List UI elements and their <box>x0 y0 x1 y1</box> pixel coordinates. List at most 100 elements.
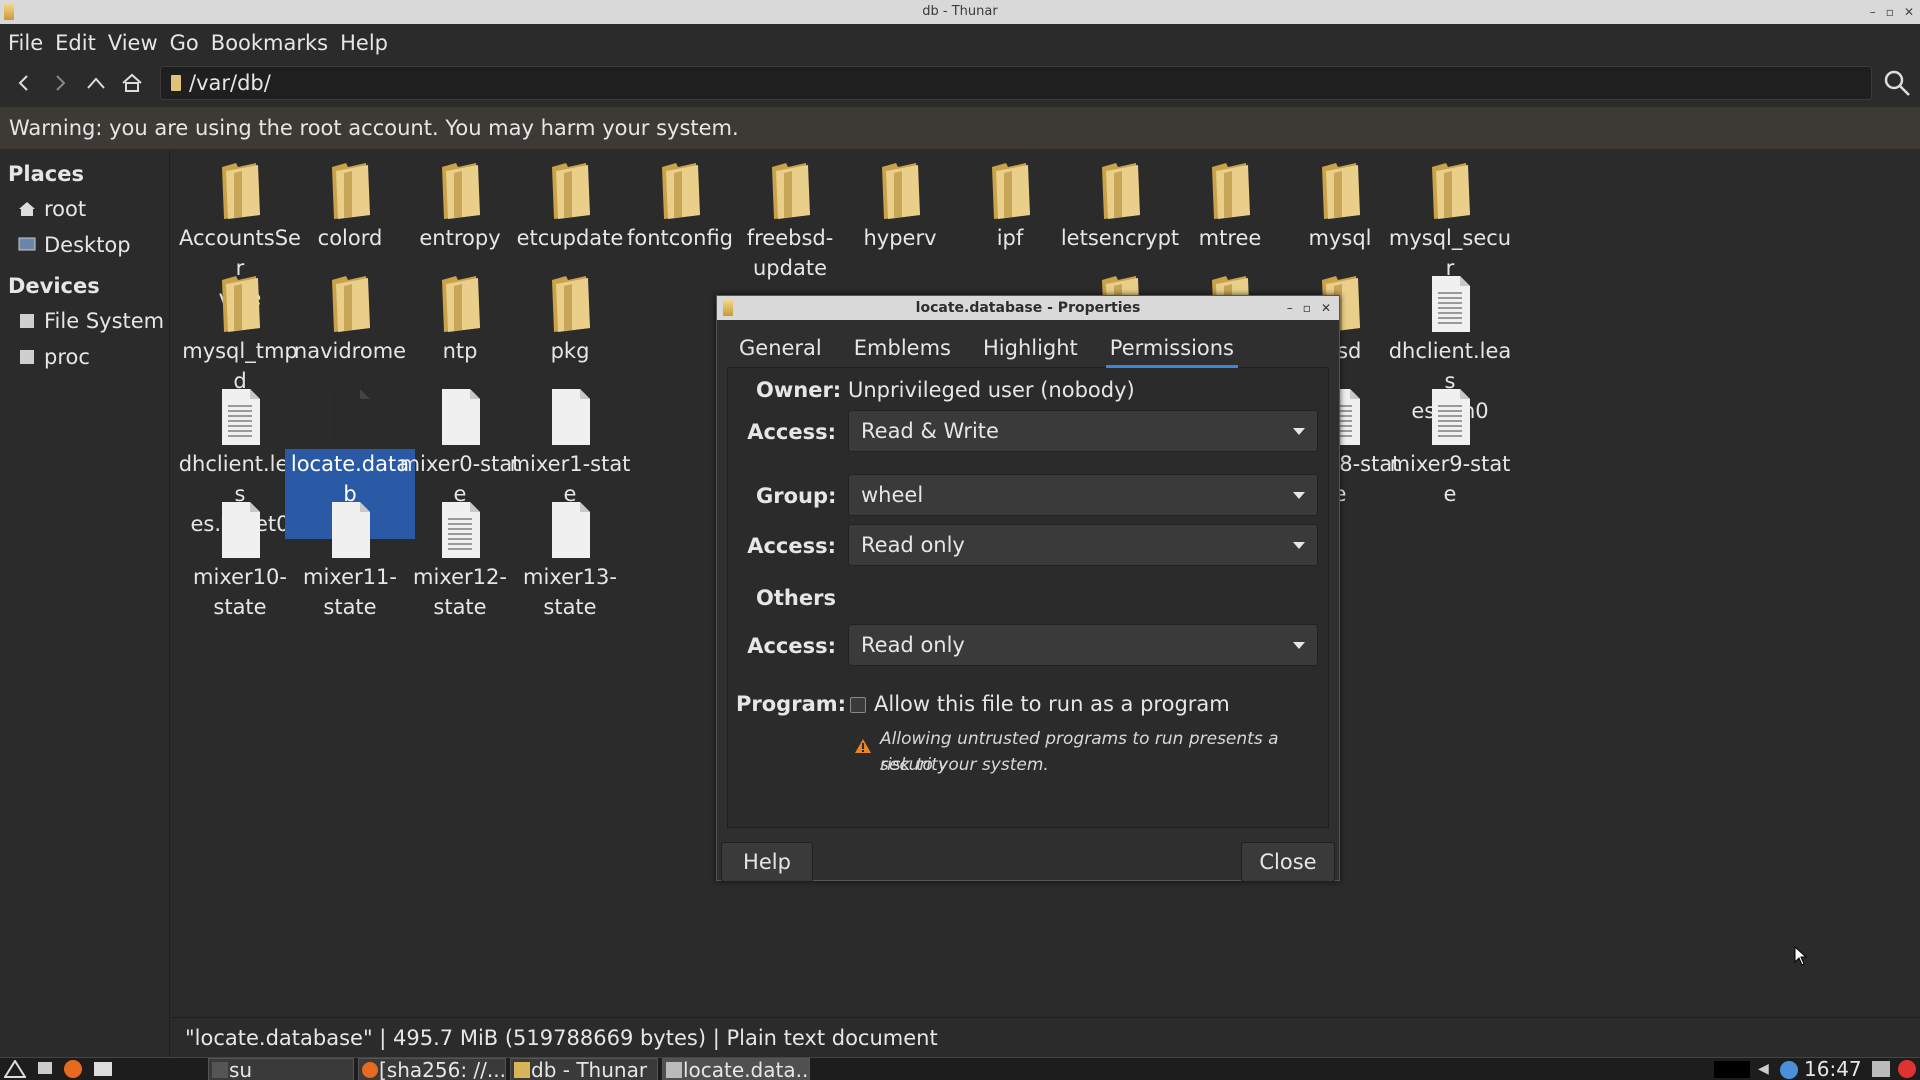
tab-general[interactable]: General <box>727 328 834 368</box>
sidebar-devices-heading: Devices <box>8 274 100 298</box>
dialog-titlebar: locate.database - Properties – ▫ ✕ <box>717 296 1339 320</box>
run-as-program-label[interactable]: Allow this file to run as a program <box>874 692 1230 716</box>
file-icon <box>542 498 598 562</box>
location-path-text: /var/db/ <box>189 71 271 95</box>
file-name: mixer13- state <box>523 565 617 619</box>
dialog-tabs: General Emblems Highlight Permissions <box>727 328 1329 368</box>
search-icon <box>1884 70 1910 96</box>
folder-icon <box>1312 159 1368 223</box>
folder-icon <box>322 272 378 336</box>
others-access-label: Access: <box>747 634 836 658</box>
file-item[interactable]: mixer13- state <box>505 494 635 622</box>
up-button[interactable] <box>78 65 114 101</box>
dropdown-arrow-icon <box>1293 542 1305 549</box>
home-icon <box>122 73 142 92</box>
firefox-icon[interactable] <box>64 1060 82 1078</box>
show-desktop-icon[interactable] <box>38 1062 52 1074</box>
menu-go[interactable]: Go <box>170 31 209 55</box>
file-icon <box>432 498 488 562</box>
tab-emblems[interactable]: Emblems <box>842 328 963 368</box>
properties-dialog: locate.database - Properties – ▫ ✕ Gener… <box>716 295 1340 882</box>
menu-view[interactable]: View <box>108 31 168 55</box>
window-icon <box>666 1062 682 1078</box>
run-as-program-checkbox[interactable] <box>850 697 866 713</box>
sidebar-item-desktop[interactable]: Desktop <box>0 227 169 263</box>
location-toolbar: /var/db/ <box>0 62 1920 104</box>
group-access-label: Access: <box>747 534 836 558</box>
file-icon <box>432 385 488 449</box>
folder-icon <box>322 159 378 223</box>
taskbar-item-label: [sha256: //... <box>379 1058 506 1080</box>
file-item[interactable]: pkg <box>505 268 635 366</box>
group-value: wheel <box>861 483 924 507</box>
start-menu-icon[interactable] <box>4 1060 26 1078</box>
taskbar-item-properties[interactable]: locate.data... <box>662 1058 810 1080</box>
file-name: pkg <box>550 339 590 363</box>
group-access-value: Read only <box>861 533 965 557</box>
tab-permissions[interactable]: Permissions <box>1098 328 1246 368</box>
volume-icon[interactable]: ◀ <box>1758 1061 1769 1077</box>
folder-icon <box>982 159 1038 223</box>
taskbar-item-label: su <box>229 1058 253 1080</box>
forward-button[interactable] <box>42 65 78 101</box>
file-item[interactable]: mixer9-state <box>1385 381 1515 509</box>
drive-icon <box>20 350 34 364</box>
file-icon <box>542 385 598 449</box>
keyboard-icon[interactable] <box>1872 1061 1890 1077</box>
thunar-icon <box>4 4 14 20</box>
home-button[interactable] <box>114 65 150 101</box>
group-label: Group: <box>756 484 837 508</box>
taskbar-item-thunar[interactable]: db - Thunar <box>510 1058 658 1080</box>
group-access-select[interactable]: Read only <box>848 524 1318 566</box>
home-icon <box>19 202 35 216</box>
folder-icon <box>542 159 598 223</box>
network-icon[interactable] <box>1780 1061 1798 1079</box>
owner-label: Owner: <box>756 378 842 402</box>
others-label: Others <box>756 586 836 610</box>
tab-highlight[interactable]: Highlight <box>971 328 1090 368</box>
close-icon[interactable]: ✕ <box>1321 296 1331 320</box>
clock[interactable]: 16:47 <box>1804 1058 1862 1080</box>
file-icon <box>212 385 268 449</box>
group-select[interactable]: wheel <box>848 474 1318 516</box>
sidebar-item-proc[interactable]: proc <box>0 339 169 375</box>
location-path-field[interactable]: /var/db/ <box>160 66 1872 100</box>
back-button[interactable] <box>6 65 42 101</box>
owner-access-select[interactable]: Read & Write <box>848 410 1318 452</box>
menu-edit[interactable]: Edit <box>55 31 106 55</box>
file-manager-icon[interactable] <box>94 1062 112 1076</box>
taskbar-item-browser[interactable]: [sha256: //... <box>358 1058 506 1080</box>
up-icon <box>87 77 105 89</box>
folder-icon <box>652 159 708 223</box>
window-titlebar: db - Thunar – ▫ ✕ <box>0 0 1920 24</box>
status-bar: "locate.database" | 495.7 MiB (519788669… <box>171 1017 1920 1057</box>
permissions-panel: Owner: Unprivileged user (nobody) Access… <box>727 368 1329 828</box>
taskbar-item-su[interactable]: su <box>208 1058 354 1080</box>
search-button[interactable] <box>1882 68 1912 98</box>
file-icon <box>723 300 733 316</box>
power-icon[interactable] <box>1898 1060 1916 1078</box>
others-access-select[interactable]: Read only <box>848 624 1318 666</box>
sidebar-item-label: proc <box>44 345 90 369</box>
folder-icon <box>762 159 818 223</box>
close-button[interactable]: Close <box>1241 842 1335 882</box>
minimize-icon[interactable]: – <box>1870 0 1876 24</box>
menu-bookmarks[interactable]: Bookmarks <box>211 31 338 55</box>
minimize-icon[interactable]: – <box>1287 296 1293 320</box>
drive-icon <box>171 75 181 91</box>
back-icon <box>18 75 28 91</box>
file-icon <box>322 385 378 449</box>
sidebar-item-file-system[interactable]: File System <box>0 303 169 339</box>
menu-file[interactable]: File <box>8 31 53 55</box>
help-button[interactable]: Help <box>721 842 813 882</box>
close-icon[interactable]: ✕ <box>1904 0 1914 24</box>
sidebar-item-root[interactable]: root <box>0 191 169 227</box>
file-item[interactable]: mixer1-state <box>505 381 635 509</box>
sidebar-item-label: File System <box>44 309 165 333</box>
maximize-icon[interactable]: ▫ <box>1303 296 1311 320</box>
menu-help[interactable]: Help <box>340 31 398 55</box>
root-warning-bar: Warning: you are using the root account.… <box>0 107 1920 149</box>
desktop-icon <box>18 237 36 251</box>
taskbar: su [sha256: //... db - Thunar locate.dat… <box>0 1057 1920 1080</box>
maximize-icon[interactable]: ▫ <box>1886 0 1894 24</box>
